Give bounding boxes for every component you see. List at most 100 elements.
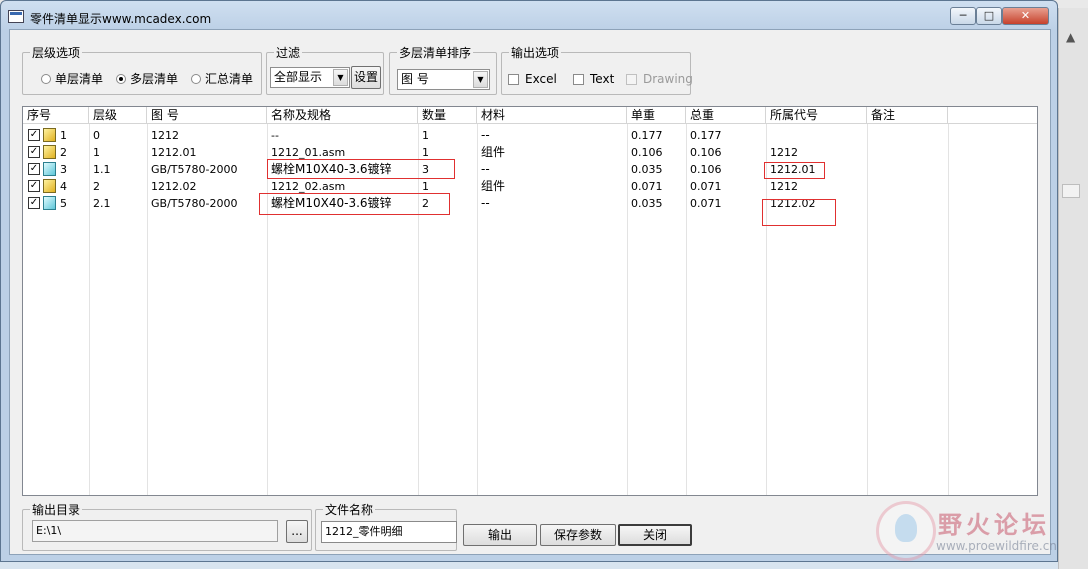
col-header-parent[interactable]: 所属代号 (766, 107, 867, 124)
close-window-button[interactable]: ✕ (1002, 7, 1049, 25)
col-header-level[interactable]: 层级 (89, 107, 147, 124)
filter-legend: 过滤 (274, 44, 303, 61)
col-header-seq[interactable]: 序号 (23, 107, 89, 124)
row-unit-weight: 0.035 (631, 197, 663, 210)
filter-setup-button[interactable]: 设置 (351, 66, 381, 89)
row-level: 2.1 (93, 197, 111, 210)
table-row[interactable]: ✓ 3 1.1 GB/T5780-2000 螺栓M10X40-3.6镀锌 3 -… (23, 161, 1037, 178)
window-title: 零件清单显示www.mcadex.com (30, 12, 212, 26)
row-checkbox[interactable]: ✓ (28, 163, 40, 175)
row-material: 组件 (481, 145, 506, 159)
title-bar[interactable]: 零件清单显示www.mcadex.com ─ □ ✕ (1, 1, 1057, 29)
radio-multi-level[interactable]: 多层清单 (116, 70, 178, 87)
background-window-edge: ▲ (1058, 8, 1088, 569)
sort-value: 图 号 (401, 72, 429, 86)
col-header-unit-weight[interactable]: 单重 (627, 107, 686, 124)
butterfly-logo-icon (876, 501, 936, 561)
row-level: 2 (93, 180, 100, 193)
row-drawing-no: GB/T5780-2000 (151, 163, 238, 176)
maximize-button[interactable]: □ (976, 7, 1002, 25)
row-unit-weight: 0.106 (631, 146, 663, 159)
filter-select[interactable]: 全部显示 ▼ (270, 67, 350, 88)
row-unit-weight: 0.035 (631, 163, 663, 176)
part-icon (43, 196, 56, 210)
annotation-box (259, 193, 450, 215)
row-parent: 1212 (770, 146, 798, 159)
table-row[interactable]: ✓ 5 2.1 GB/T5780-2000 螺栓M10X40-3.6镀锌 2 -… (23, 195, 1037, 212)
table-row[interactable]: ✓ 2 1 1212.01 1212_01.asm 1 组件 0.106 0.1… (23, 144, 1037, 161)
assembly-icon (43, 128, 56, 142)
close-button[interactable]: 关闭 (618, 524, 692, 546)
row-remark (867, 161, 871, 178)
watermark-url: www.proewildfire.cn (936, 539, 1057, 553)
checkbox-drawing-label: Drawing (643, 72, 693, 86)
row-remark (867, 144, 871, 161)
table-row[interactable]: ✓ 1 0 1212 -- 1 -- 0.177 0.177 (23, 127, 1037, 144)
col-header-material[interactable]: 材料 (477, 107, 627, 124)
filter-group: 过滤 全部显示 ▼ 设置 (266, 44, 384, 95)
col-header-name[interactable]: 名称及规格 (267, 107, 418, 124)
file-name-legend: 文件名称 (323, 501, 376, 518)
row-unit-weight: 0.071 (631, 180, 663, 193)
row-remark (867, 178, 871, 195)
row-checkbox[interactable]: ✓ (28, 180, 40, 192)
bom-window: 零件清单显示www.mcadex.com ─ □ ✕ 层级选项 单层清单 多层清… (0, 0, 1058, 562)
save-params-button[interactable]: 保存参数 (540, 524, 616, 546)
client-area: 层级选项 单层清单 多层清单 汇总清单 过滤 全部显示 ▼ 设置 多层清单排序 … (9, 29, 1051, 555)
browse-button[interactable]: ... (286, 520, 308, 543)
filter-value: 全部显示 (274, 70, 323, 84)
checkbox-box (508, 73, 519, 85)
radio-indicator (191, 73, 201, 84)
radio-indicator (41, 73, 51, 84)
chevron-down-icon[interactable]: ▼ (473, 71, 488, 88)
level-options-legend: 层级选项 (30, 44, 83, 61)
col-header-drawing-no[interactable]: 图 号 (147, 107, 267, 124)
row-drawing-no: 1212.01 (151, 146, 197, 159)
row-level: 0 (93, 129, 100, 142)
sort-select[interactable]: 图 号 ▼ (397, 69, 490, 90)
watermark-title: 野火论坛 (938, 511, 1050, 539)
sort-legend: 多层清单排序 (397, 44, 474, 61)
radio-single-level[interactable]: 单层清单 (41, 70, 103, 87)
app-icon (8, 10, 24, 23)
row-total-weight: 0.106 (690, 146, 722, 159)
table-row[interactable]: ✓ 4 2 1212.02 1212_02.asm 1 组件 0.071 0.0… (23, 178, 1037, 195)
checkbox-box (573, 73, 584, 85)
bom-table[interactable]: 序号 层级 图 号 名称及规格 数量 材料 单重 总重 所属代号 备注 ✓ 1 … (22, 106, 1038, 496)
checkbox-excel[interactable]: Excel (508, 72, 557, 86)
chevron-down-icon[interactable]: ▼ (333, 69, 348, 86)
row-checkbox[interactable]: ✓ (28, 197, 40, 209)
row-checkbox[interactable]: ✓ (28, 146, 40, 158)
output-options-group: 输出选项 Excel Text Drawing (501, 44, 693, 95)
radio-summary[interactable]: 汇总清单 (191, 70, 253, 87)
sort-group: 多层清单排序 图 号 ▼ (389, 44, 497, 95)
row-unit-weight: 0.177 (631, 129, 663, 142)
caret-up-icon: ▲ (1066, 30, 1076, 44)
row-drawing-no: GB/T5780-2000 (151, 197, 238, 210)
col-header-qty[interactable]: 数量 (418, 107, 477, 124)
row-total-weight: 0.071 (690, 180, 722, 193)
row-remark (867, 127, 871, 144)
checkbox-text[interactable]: Text (573, 72, 614, 86)
annotation-box (762, 199, 836, 226)
row-total-weight: 0.071 (690, 197, 722, 210)
minimize-button[interactable]: ─ (950, 7, 976, 25)
checkbox-drawing: Drawing (626, 72, 693, 86)
small-panel-icon (1062, 184, 1080, 198)
row-material: -- (481, 196, 490, 210)
file-name-input[interactable]: 1212_零件明细 (321, 521, 457, 543)
col-header-remark[interactable]: 备注 (867, 107, 948, 124)
row-level: 1 (93, 146, 100, 159)
assembly-icon (43, 179, 56, 193)
row-qty: 1 (422, 129, 429, 142)
annotation-box (267, 159, 455, 179)
radio-summary-label: 汇总清单 (205, 72, 254, 86)
row-checkbox[interactable]: ✓ (28, 129, 40, 141)
row-parent: 1212 (770, 180, 798, 193)
row-total-weight: 0.106 (690, 163, 722, 176)
output-dir-field[interactable]: E:\1\ (32, 520, 278, 542)
radio-indicator-selected (116, 73, 126, 84)
col-header-total-weight[interactable]: 总重 (686, 107, 766, 124)
export-button[interactable]: 输出 (463, 524, 537, 546)
output-options-legend: 输出选项 (509, 44, 562, 61)
